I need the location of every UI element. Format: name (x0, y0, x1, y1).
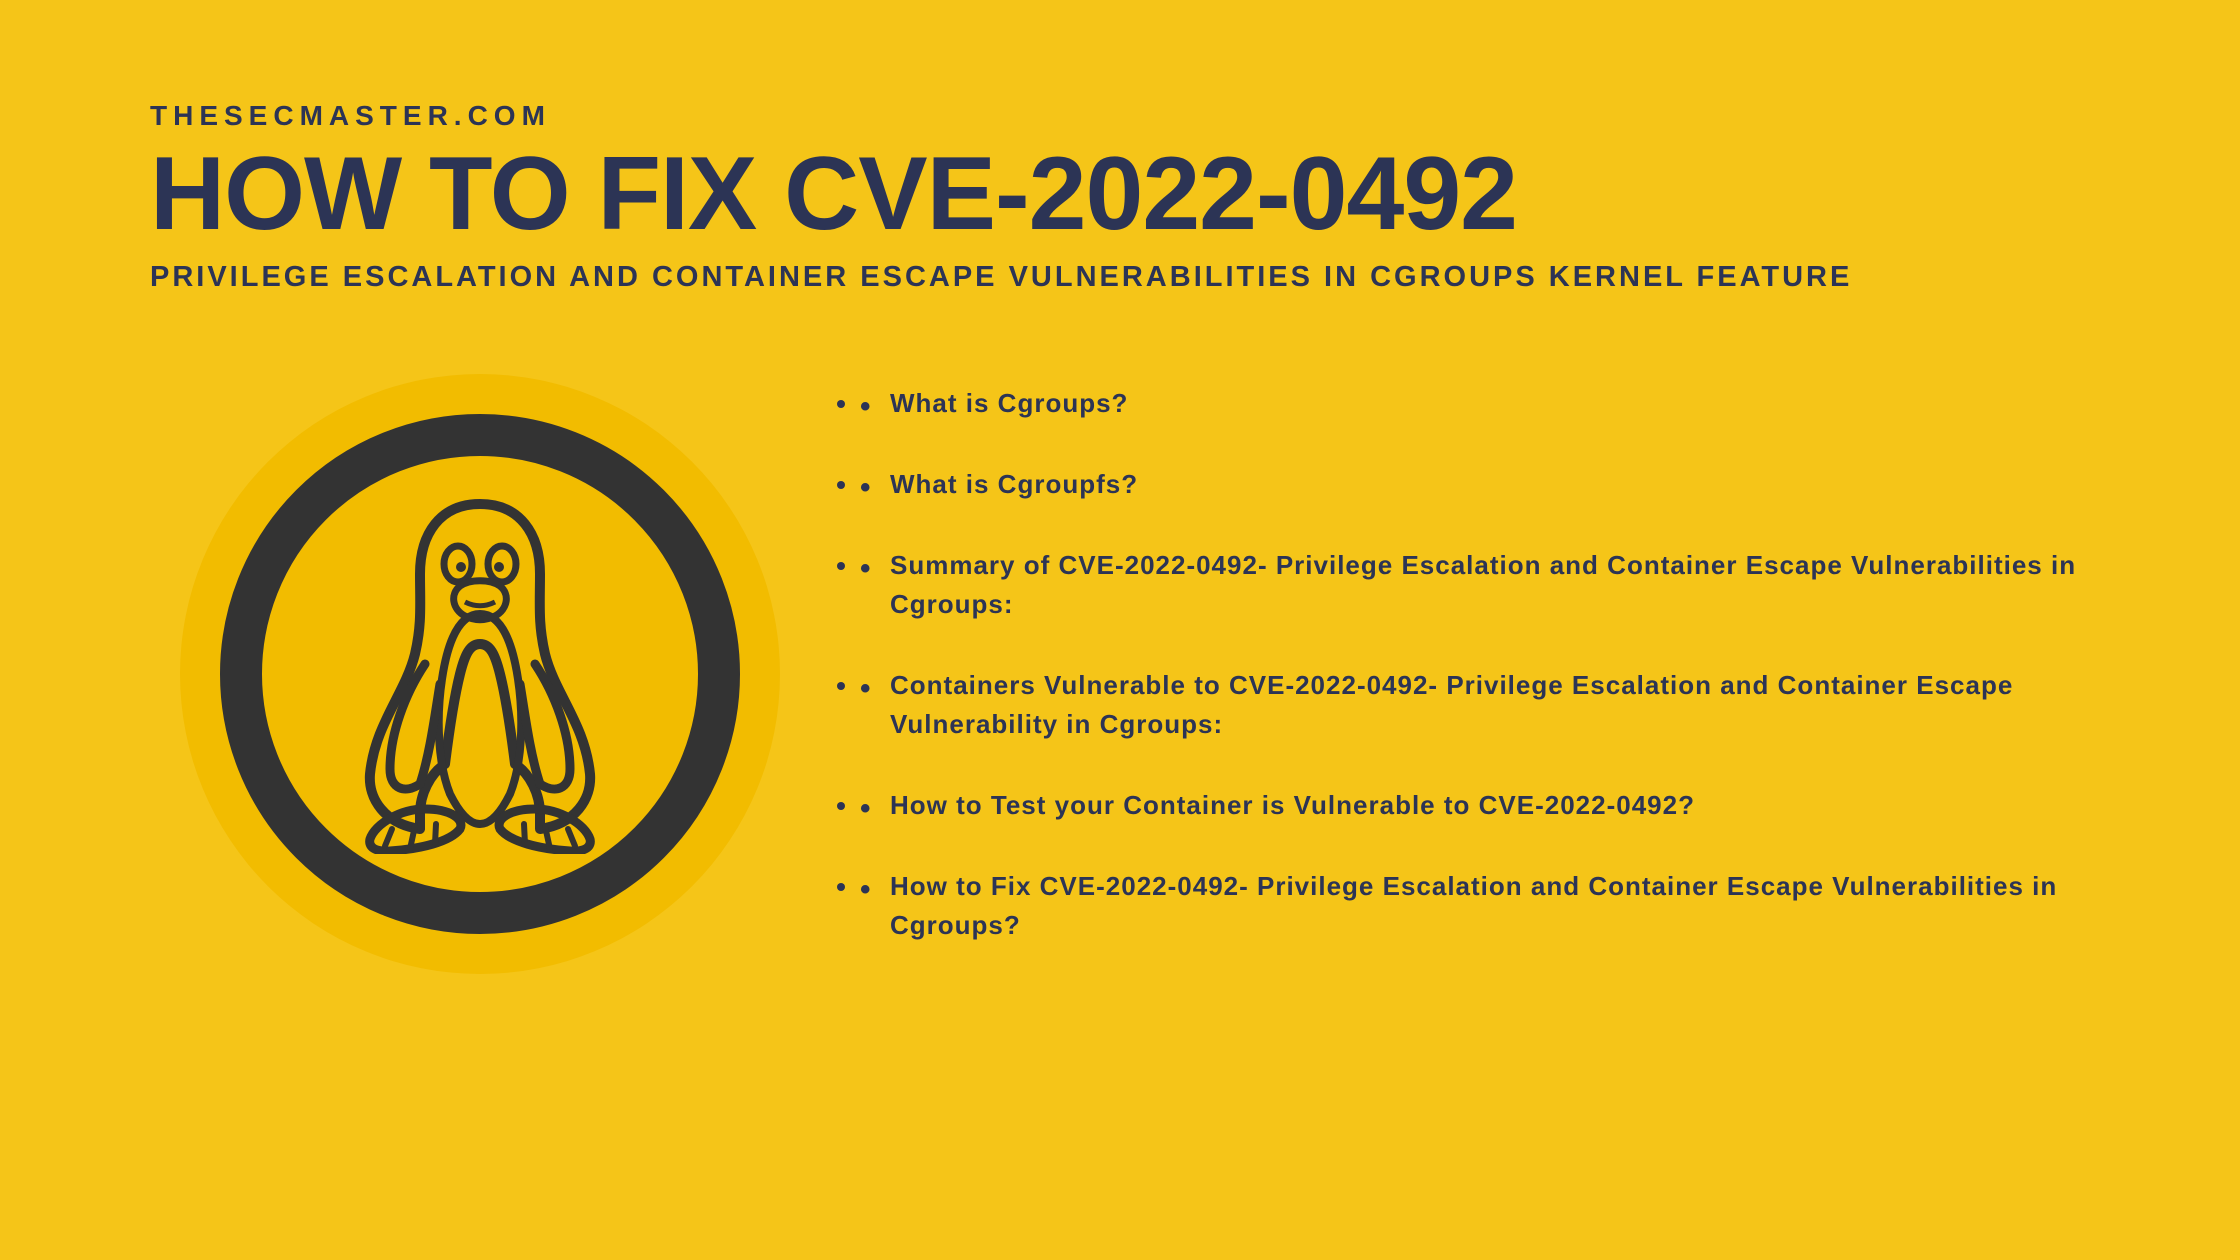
list-item: Summary of CVE-2022-0492- Privilege Esca… (860, 546, 2090, 624)
content-row: What is Cgroups? What is Cgroupfs? Summa… (150, 354, 2090, 987)
list-item: What is Cgroups? (860, 384, 2090, 423)
list-item: What is Cgroupfs? (860, 465, 2090, 504)
list-item: How to Fix CVE-2022-0492- Privilege Esca… (860, 867, 2090, 945)
list-item: Containers Vulnerable to CVE-2022-0492- … (860, 666, 2090, 744)
subtitle: PRIVILEGE ESCALATION AND CONTAINER ESCAP… (150, 261, 2090, 294)
linux-penguin-icon (330, 494, 630, 854)
logo-ring (220, 414, 740, 934)
bullet-list: What is Cgroups? What is Cgroupfs? Summa… (860, 354, 2090, 987)
list-item: How to Test your Container is Vulnerable… (860, 786, 2090, 825)
site-label: THESECMASTER.COM (150, 100, 2090, 132)
page-container: THESECMASTER.COM HOW TO FIX CVE-2022-049… (0, 0, 2240, 987)
logo-wrap (180, 374, 780, 974)
main-title: HOW TO FIX CVE-2022-0492 (150, 142, 2090, 246)
